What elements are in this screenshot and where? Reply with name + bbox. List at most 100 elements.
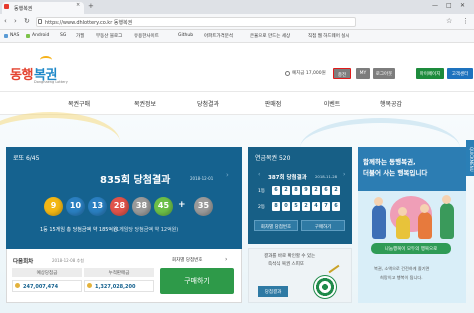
pension-past-results-button[interactable]: 회차별 당첨번호 [254, 220, 298, 231]
lock-icon [38, 19, 42, 24]
family-person-head [398, 207, 407, 216]
total-sales-value: 1,327,028,200 [84, 280, 154, 292]
bookmark-item[interactable]: Android [32, 33, 49, 38]
deposit-balance: 예치금 17,000원 [292, 71, 326, 76]
bookmark-item[interactable]: 직접 웹 하드웨어 실시 [308, 33, 350, 39]
lotto-ball: 45 [154, 197, 173, 216]
forward-icon[interactable]: › [14, 17, 17, 25]
family-person-head [374, 197, 383, 206]
pension-digit: 8 [292, 186, 300, 195]
quickmenu-tab[interactable]: QUICKMENU [466, 140, 474, 176]
nav-item-info[interactable]: 복권정보 [120, 99, 170, 108]
pension-digit: 9 [302, 186, 310, 195]
past-results-link[interactable]: 회차별 당첨번호 [172, 257, 202, 263]
reload-icon[interactable]: ↻ [24, 17, 30, 25]
bookmark-item[interactable]: NAS [10, 33, 19, 38]
bookmarks-bar [0, 30, 474, 43]
bookmark-item[interactable]: 은율으로 만드는 세상 [250, 33, 290, 39]
pension-digit: 7 [322, 202, 330, 211]
pension-rank-label: 2등 [258, 205, 266, 210]
logout-button[interactable]: 로그아웃 [373, 68, 395, 79]
pension-rank-label: 1등 [258, 189, 266, 194]
lotto-ball: 13 [88, 197, 107, 216]
my-button[interactable]: MY [356, 68, 370, 79]
bookmark-star-icon[interactable]: ☆ [446, 17, 452, 25]
pension-title: 연금복권 520 [255, 155, 291, 162]
close-window-button[interactable]: ✕ [460, 2, 465, 9]
pension-round-title: 387회 당첨결과 [268, 175, 307, 181]
customer-center-button[interactable]: 고객센터 [447, 68, 473, 79]
first-prize-per-game: (1게임당 당첨금액 약 12억원) [114, 227, 179, 233]
bookmark-item[interactable]: 아파트가격분석 [204, 33, 233, 39]
pension-digit: 2 [332, 186, 340, 195]
nav-item-results[interactable]: 당첨결과 [183, 99, 233, 108]
pension-digit: 0 [282, 202, 290, 211]
family-person-head [420, 204, 429, 213]
lotto-ball: 38 [132, 197, 151, 216]
instant-lottery-subtext: 즉석식 복권 스피또 [268, 262, 304, 267]
instant-results-button[interactable]: 당첨결과 [258, 286, 288, 297]
instant-lottery-text: 결과를 바로 확인할 수 있는 [264, 254, 316, 259]
bookmark-item[interactable]: SG [60, 33, 66, 38]
pension-digit: 6 [322, 186, 330, 195]
promo-headline-1: 함께하는 동행복권, [363, 158, 416, 166]
bookmark-folder-icon [4, 34, 8, 38]
tab-title: 동행복권 [14, 6, 33, 12]
lotto-round-title: 835회 당첨결과 [100, 175, 171, 186]
coin-icon [15, 283, 20, 288]
family-person-head [442, 195, 451, 204]
charge-button[interactable]: 충전 [333, 68, 351, 79]
back-icon[interactable]: ‹ [4, 17, 7, 25]
pension-digit: 2 [282, 186, 290, 195]
new-tab-button[interactable]: + [88, 2, 94, 10]
promo-body-2: 희망이고 행복이 됩니다. [380, 275, 423, 280]
lotto-round-date: 2018-12-01 [190, 176, 214, 181]
coin-icon [87, 283, 92, 288]
family-person-illustration [372, 205, 386, 239]
bookmark-item[interactable]: 유용한사이트 [134, 33, 159, 39]
bonus-plus: + [178, 200, 186, 210]
lotto-ball: 28 [110, 197, 129, 216]
nav-item-happiness[interactable]: 행복공감 [366, 99, 416, 108]
pension-next-arrow-icon[interactable]: › [343, 171, 345, 178]
target-icon [313, 275, 337, 299]
family-person-illustration [440, 203, 454, 239]
nav-item-events[interactable]: 이벤트 [307, 99, 357, 108]
bookmark-item[interactable]: 부동산 블로그 [96, 33, 122, 39]
bookmark-folder-icon [26, 34, 30, 38]
bookmark-item[interactable]: 가필 [76, 33, 84, 39]
mypage-button[interactable]: 마이페이지 [416, 68, 444, 79]
logo-text-part1[interactable]: 동행 [10, 64, 33, 83]
family-person-illustration [396, 215, 410, 239]
bonus-ball: 35 [194, 197, 213, 216]
nav-item-buy[interactable]: 복권구매 [54, 99, 104, 108]
pension-digit: 2 [312, 186, 320, 195]
pension-round-date: 2018-11-28 [315, 174, 338, 179]
pension-digit: 6 [272, 186, 280, 195]
minimize-button[interactable]: — [432, 2, 438, 9]
chevron-right-icon[interactable]: › [225, 256, 227, 263]
browser-tab[interactable]: 동행복권 [2, 2, 84, 14]
expected-prize-value: 247,007,474 [12, 280, 82, 292]
bookmark-item[interactable]: Github [178, 33, 193, 38]
total-sales-header: 누적판매금 [84, 268, 154, 277]
pension-prev-arrow-icon[interactable]: ‹ [258, 171, 260, 178]
promo-ribbon: 나눔행복이 모두의 행복으로 [371, 243, 451, 254]
promo-headline-2: 더불어 사는 행복입니다 [363, 169, 428, 177]
lotto-next-arrow-icon[interactable]: › [226, 171, 229, 179]
lotto-buy-button[interactable]: 구매하기 [160, 268, 234, 294]
pension-digit: 5 [292, 202, 300, 211]
pension-digit: 6 [332, 202, 340, 211]
next-round-date: 2018-12-08 추첨 [52, 258, 84, 263]
pension-digit: 2 [302, 202, 310, 211]
pension-buy-button[interactable]: 구매하기 [301, 220, 345, 231]
lotto-ball: 10 [66, 197, 85, 216]
family-person-illustration [418, 212, 432, 239]
maximize-button[interactable]: □ [446, 2, 452, 9]
url-input[interactable]: https://www.dhlottery.co.kr 동행복권 [36, 17, 356, 27]
logo-swoosh-icon [40, 56, 52, 64]
pension-digit: 8 [272, 202, 280, 211]
tab-close-icon[interactable]: × [76, 2, 80, 8]
nav-item-stores[interactable]: 판매점 [248, 99, 298, 108]
menu-icon[interactable]: ⋮ [462, 17, 469, 25]
